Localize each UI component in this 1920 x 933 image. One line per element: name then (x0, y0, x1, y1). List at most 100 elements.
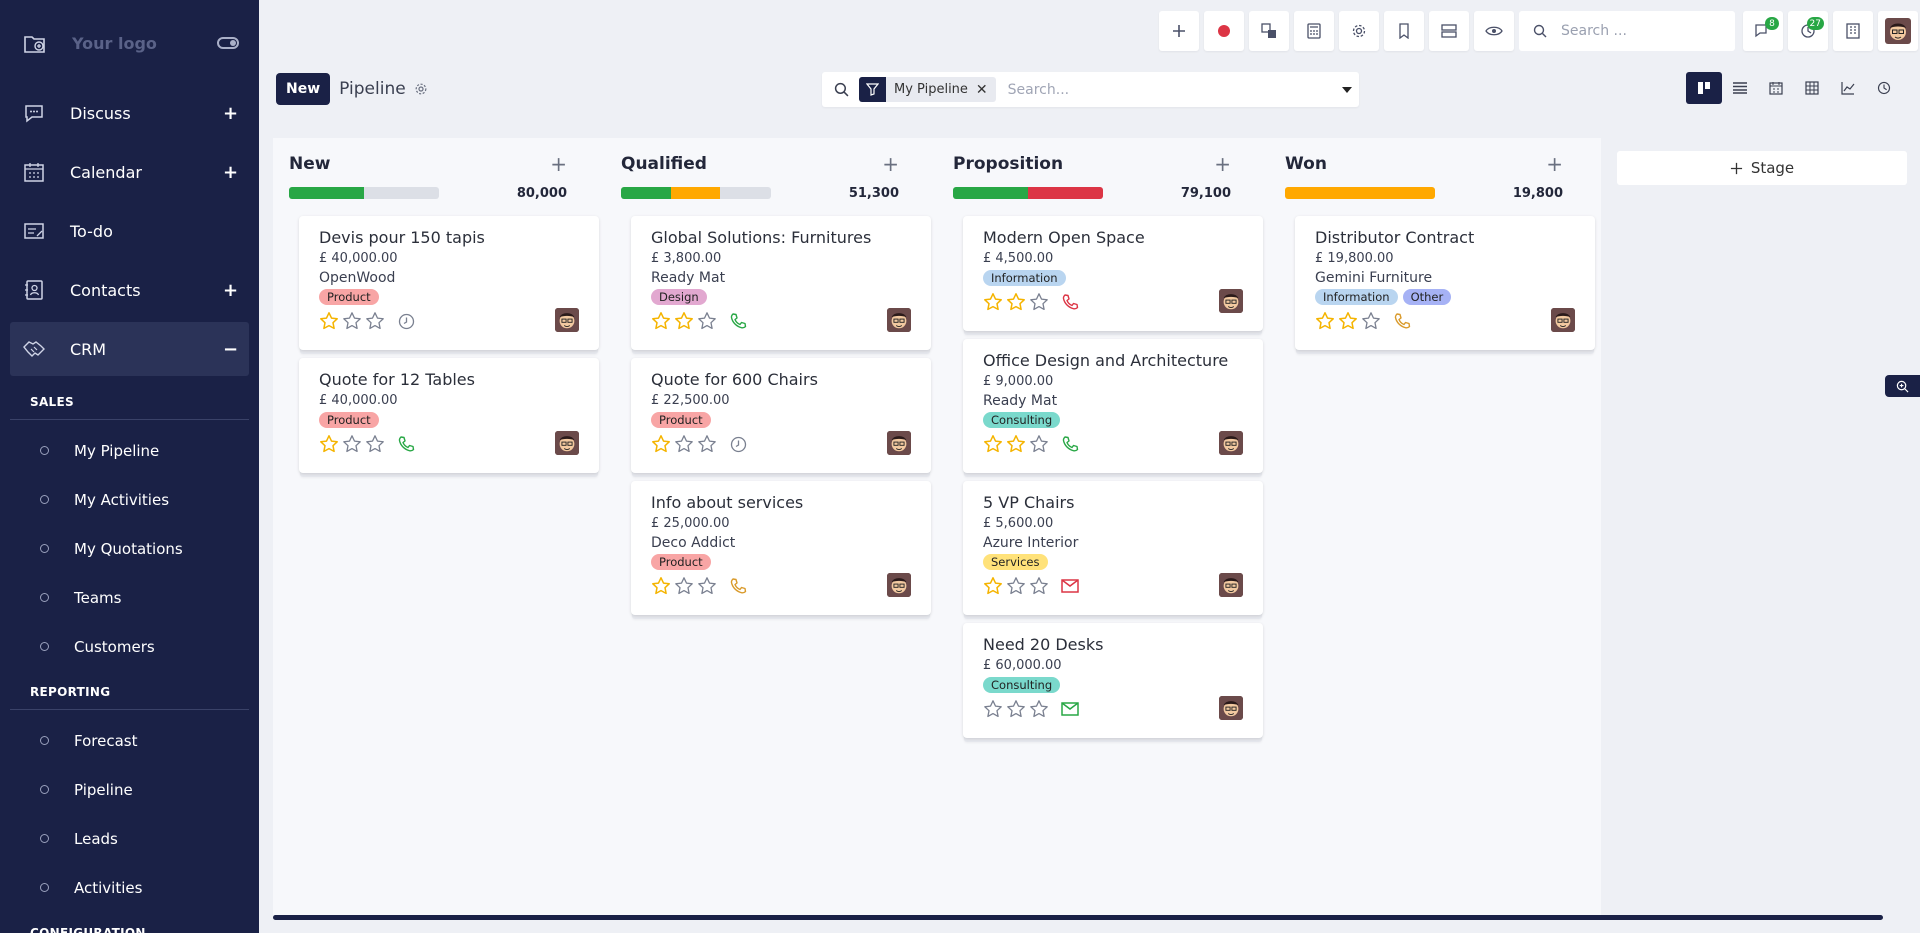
sidebar-item-action[interactable]: − (223, 339, 238, 360)
opportunity-card[interactable]: 5 VP Chairs £ 5,600.00 Azure Interior Servi… (963, 481, 1263, 615)
progress-segment[interactable] (621, 187, 671, 199)
sidebar-item-customers[interactable]: Customers (0, 622, 259, 671)
quick-create-button[interactable] (1159, 11, 1199, 51)
clock-icon[interactable] (728, 434, 748, 454)
kanban-view-button[interactable] (1686, 72, 1722, 104)
preview-button[interactable] (1474, 11, 1514, 51)
clock-icon[interactable] (396, 311, 416, 331)
phone-icon[interactable] (728, 311, 748, 331)
opportunity-card[interactable]: Modern Open Space £ 4,500.00 Information (963, 216, 1263, 331)
record-button[interactable] (1204, 11, 1244, 51)
priority-star-icon[interactable] (1029, 292, 1052, 312)
sidebar-item-leads[interactable]: Leads (0, 814, 259, 863)
sidebar-item-my-pipeline[interactable]: My Pipeline (0, 426, 259, 475)
priority-star-icon[interactable] (1029, 699, 1052, 719)
sidebar-item-activities[interactable]: Activities (0, 863, 259, 912)
search-input[interactable]: Search... (1008, 82, 1335, 98)
sidebar-item-todo[interactable]: To-do (10, 204, 249, 258)
progress-segment[interactable] (289, 187, 364, 199)
sidebar-item-contacts[interactable]: Contacts + (10, 263, 249, 317)
configuration-section-title[interactable]: CONFIGURATION (0, 912, 259, 933)
new-button[interactable]: New (276, 73, 331, 105)
sidebar-item-action[interactable]: + (223, 103, 238, 124)
sidebar-item-my-activities[interactable]: My Activities (0, 475, 259, 524)
translate-button[interactable] (1249, 11, 1289, 51)
priority-star-icon[interactable] (319, 434, 342, 454)
zoom-button[interactable] (1885, 375, 1920, 397)
progress-segment[interactable] (953, 187, 1028, 199)
sidebar-item-my-quotations[interactable]: My Quotations (0, 524, 259, 573)
avatar[interactable] (1551, 308, 1575, 332)
remove-facet-icon[interactable]: ✕ (976, 82, 996, 98)
opportunity-card[interactable]: Info about services £ 25,000.00 Deco Addic… (631, 481, 931, 615)
apps-icon[interactable] (20, 28, 50, 58)
avatar[interactable] (555, 308, 579, 332)
avatar[interactable] (887, 431, 911, 455)
priority-star-icon[interactable] (1361, 311, 1384, 331)
priority-star-icon[interactable] (1006, 292, 1029, 312)
progress-segment[interactable] (1028, 187, 1103, 199)
search-options-toggle[interactable] (1335, 86, 1359, 93)
add-stage-button[interactable]: Stage (1617, 151, 1907, 185)
priority-star-icon[interactable] (365, 311, 388, 331)
sidebar-item-discuss[interactable]: Discuss + (10, 86, 249, 140)
priority-star-icon[interactable] (674, 434, 697, 454)
progress-segment[interactable] (1285, 187, 1435, 199)
sidebar-item-forecast[interactable]: Forecast (0, 716, 259, 765)
priority-star-icon[interactable] (674, 311, 697, 331)
horizontal-scrollbar[interactable] (273, 915, 1883, 920)
quick-add-icon[interactable]: + (1546, 154, 1563, 174)
priority-star-icon[interactable] (365, 434, 388, 454)
priority-star-icon[interactable] (651, 434, 674, 454)
phone-icon[interactable] (1060, 434, 1080, 454)
priority-star-icon[interactable] (1029, 576, 1052, 596)
phone-icon[interactable] (396, 434, 416, 454)
avatar[interactable] (887, 308, 911, 332)
priority-star-icon[interactable] (983, 576, 1006, 596)
quick-add-icon[interactable]: + (550, 154, 567, 174)
list-view-button[interactable] (1722, 72, 1758, 104)
priority-star-icon[interactable] (651, 311, 674, 331)
avatar[interactable] (1219, 696, 1243, 720)
opportunity-card[interactable]: Distributor Contract £ 19,800.00 Gemini Fu… (1295, 216, 1595, 350)
priority-star-icon[interactable] (1338, 311, 1361, 331)
gear-icon[interactable] (414, 82, 428, 96)
avatar[interactable] (1219, 289, 1243, 313)
pivot-view-button[interactable] (1794, 72, 1830, 104)
priority-star-icon[interactable] (1006, 699, 1029, 719)
avatar[interactable] (1219, 573, 1243, 597)
phone-icon[interactable] (1060, 292, 1080, 312)
opportunity-card[interactable]: Devis pour 150 tapis £ 40,000.00 OpenWood P… (299, 216, 599, 350)
priority-star-icon[interactable] (983, 292, 1006, 312)
priority-star-icon[interactable] (1006, 434, 1029, 454)
activities-button[interactable]: 27 (1788, 11, 1828, 51)
envelope-icon[interactable] (1060, 699, 1080, 719)
global-search[interactable]: Search ... (1519, 11, 1735, 51)
priority-star-icon[interactable] (342, 311, 365, 331)
quick-add-icon[interactable]: + (882, 154, 899, 174)
priority-star-icon[interactable] (1006, 576, 1029, 596)
priority-star-icon[interactable] (697, 576, 720, 596)
bookmark-button[interactable] (1384, 11, 1424, 51)
sidebar-item-teams[interactable]: Teams (0, 573, 259, 622)
activity-view-button[interactable] (1866, 72, 1902, 104)
sidebar-toggle[interactable] (217, 37, 239, 49)
phone-icon[interactable] (728, 576, 748, 596)
sidebar-item-crm[interactable]: CRM − (10, 322, 249, 376)
opportunity-card[interactable]: Need 20 Desks £ 60,000.00 Consulting (963, 623, 1263, 738)
avatar[interactable] (887, 573, 911, 597)
priority-star-icon[interactable] (319, 311, 342, 331)
priority-star-icon[interactable] (651, 576, 674, 596)
calendar-view-button[interactable] (1758, 72, 1794, 104)
priority-star-icon[interactable] (1029, 434, 1052, 454)
user-menu-button[interactable] (1878, 11, 1918, 51)
priority-star-icon[interactable] (1315, 311, 1338, 331)
calculator-button[interactable] (1294, 11, 1334, 51)
sidebar-item-calendar[interactable]: Calendar + (10, 145, 249, 199)
priority-star-icon[interactable] (697, 434, 720, 454)
sidebar-item-action[interactable]: + (223, 162, 238, 183)
settings-button[interactable] (1339, 11, 1379, 51)
priority-star-icon[interactable] (697, 311, 720, 331)
sidebar-item-action[interactable]: + (223, 280, 238, 301)
envelope-icon[interactable] (1060, 576, 1080, 596)
